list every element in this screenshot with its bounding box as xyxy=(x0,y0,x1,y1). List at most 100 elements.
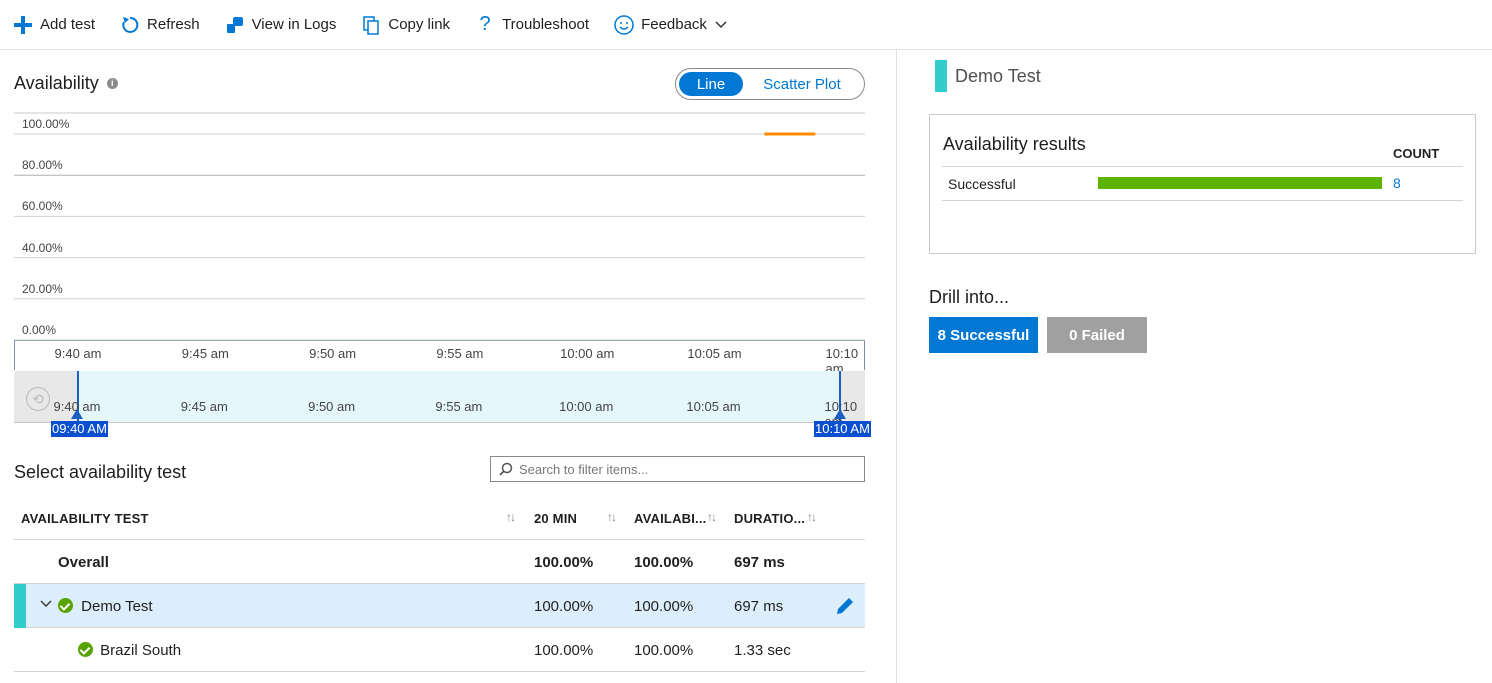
y-tick-label: 0.00% xyxy=(22,323,57,337)
divider xyxy=(942,200,1463,201)
add-test-button[interactable]: Add test xyxy=(12,10,95,40)
search-icon xyxy=(499,462,513,476)
chart-x-axis: 9:40 am 9:45 am 9:50 am 9:55 am 10:00 am 10:0… xyxy=(14,340,865,376)
troubleshoot-label: Troubleshoot xyxy=(502,16,590,33)
availability-heading: Availability i xyxy=(14,73,118,94)
smiley-icon xyxy=(613,14,635,36)
edit-pencil-icon[interactable] xyxy=(834,595,856,617)
overall-20min: 100.00% xyxy=(534,554,594,571)
chart-plot-area xyxy=(14,112,865,341)
success-check-icon xyxy=(58,598,73,613)
test-color-swatch xyxy=(935,60,947,92)
refresh-label: Refresh xyxy=(147,16,200,33)
successful-result-bar xyxy=(1098,177,1382,189)
overall-name: Overall xyxy=(58,554,109,571)
feedback-button[interactable]: Feedback xyxy=(613,10,727,40)
brush-selection[interactable] xyxy=(77,371,841,422)
brush-tick-label: 9:50 am xyxy=(308,399,356,414)
column-availability[interactable]: AVAILABI... xyxy=(634,511,707,526)
results-title: Availability results xyxy=(943,134,1086,154)
x-tick-label: 10:00 am xyxy=(560,346,615,361)
overall-availability: 100.00% xyxy=(634,554,694,571)
refresh-button[interactable]: Refresh xyxy=(119,10,200,40)
line-toggle-option[interactable]: Line xyxy=(679,72,743,96)
brush-tick-label: 10:00 am xyxy=(559,399,614,414)
demo-test-availability: 100.00% xyxy=(634,598,694,615)
y-tick-label: 80.00% xyxy=(22,158,63,173)
drill-into-title: Drill into... xyxy=(929,287,1010,307)
x-tick-label: 9:40 am xyxy=(54,346,102,361)
y-tick-label: 100.00% xyxy=(22,117,70,131)
overall-duration: 697 ms xyxy=(734,554,785,571)
x-tick-label: 9:55 am xyxy=(436,346,484,361)
brazil-south-availability: 100.00% xyxy=(634,642,694,659)
result-label: Successful xyxy=(948,176,1016,192)
demo-test-20min: 100.00% xyxy=(534,598,594,615)
copy-link-label: Copy link xyxy=(388,16,451,33)
y-tick-label: 40.00% xyxy=(22,240,63,255)
command-bar: Add test Refresh View in Logs Copy link … xyxy=(0,0,1492,50)
brazil-south-20min: 100.00% xyxy=(534,642,594,659)
column-duration[interactable]: DURATIO... xyxy=(734,511,805,526)
brush-tick-label: 9:45 am xyxy=(180,399,228,414)
refresh-icon xyxy=(119,14,141,36)
brush-tick-label: 10:05 am xyxy=(686,399,741,414)
sort-icon[interactable]: ↑↓ xyxy=(707,510,717,524)
demo-test-name-cell: Demo Test xyxy=(58,598,153,615)
brush-start-handle[interactable] xyxy=(71,409,83,419)
question-icon: ? xyxy=(479,13,491,35)
divider xyxy=(942,166,1463,167)
availability-title: Availability xyxy=(14,73,99,93)
availability-results-card: Availability results COUNT Successful 8 xyxy=(929,114,1476,254)
selected-test-name: Demo Test xyxy=(955,65,1041,86)
troubleshoot-button[interactable]: ? Troubleshoot xyxy=(474,10,590,40)
x-tick-label: 9:45 am xyxy=(181,346,229,361)
column-availability-test[interactable]: AVAILABILITY TEST xyxy=(21,511,149,526)
test-color-stripe xyxy=(14,584,26,628)
plus-icon xyxy=(12,14,34,36)
brazil-south-name-cell: Brazil South xyxy=(78,642,181,659)
x-tick-label: 10:05 am xyxy=(687,346,742,361)
info-icon[interactable]: i xyxy=(106,78,118,89)
feedback-label: Feedback xyxy=(641,16,707,33)
success-check-icon xyxy=(78,642,93,657)
table-row-brazil-south[interactable]: Brazil South 100.00% 100.00% 1.33 sec xyxy=(14,628,865,672)
sort-icon[interactable]: ↑↓ xyxy=(807,510,817,524)
brush-end-label: 10:10 AM xyxy=(814,421,871,437)
chart-type-toggle: Line Scatter Plot xyxy=(675,68,865,100)
brush-tick-label: 9:55 am xyxy=(435,399,483,414)
chevron-down-icon xyxy=(715,20,727,29)
y-tick-label: 20.00% xyxy=(22,281,63,296)
copy-icon xyxy=(360,14,382,36)
brush-start-label: 09:40 AM xyxy=(51,421,108,437)
time-range-brush[interactable]: ⟲ 9:40 am 9:45 am 9:50 am 9:55 am 10:00 am 10… xyxy=(14,371,865,429)
sort-icon[interactable]: ↑↓ xyxy=(506,510,516,524)
failed-drill-button[interactable]: 0 Failed xyxy=(1047,317,1147,353)
demo-test-name: Demo Test xyxy=(81,598,153,615)
table-row-overall[interactable]: Overall 100.00% 100.00% 697 ms xyxy=(14,540,865,584)
search-input[interactable] xyxy=(519,461,849,477)
selected-test-header: Demo Test xyxy=(935,60,1041,92)
view-in-logs-button[interactable]: View in Logs xyxy=(224,10,337,40)
logs-icon xyxy=(224,14,246,36)
copy-link-button[interactable]: Copy link xyxy=(360,10,450,40)
filter-search-box[interactable] xyxy=(490,456,865,482)
brazil-south-duration: 1.33 sec xyxy=(734,642,791,659)
table-header: AVAILABILITY TEST ↑↓ 20 MIN ↑↓ AVAILABI.… xyxy=(14,496,865,540)
brazil-south-name: Brazil South xyxy=(100,642,182,659)
brush-end-handle[interactable] xyxy=(834,409,846,419)
availability-chart: 100.00% 80.00% 60.00% 40.00% 20.00% 0.00% xyxy=(14,112,865,342)
sort-icon[interactable]: ↑↓ xyxy=(607,510,617,524)
reset-zoom-icon[interactable]: ⟲ xyxy=(26,387,50,411)
view-in-logs-label: View in Logs xyxy=(251,16,337,33)
table-row-demo-test[interactable]: Demo Test 100.00% 100.00% 697 ms xyxy=(14,584,865,628)
scatter-plot-toggle-option[interactable]: Scatter Plot xyxy=(743,72,861,96)
result-count-link[interactable]: 8 xyxy=(1393,175,1401,191)
successful-drill-button[interactable]: 8 Successful xyxy=(929,317,1038,353)
chevron-down-icon[interactable] xyxy=(40,598,52,610)
y-tick-label: 60.00% xyxy=(22,199,63,214)
column-20-min[interactable]: 20 MIN xyxy=(534,511,577,526)
demo-test-duration: 697 ms xyxy=(734,598,784,615)
pane-divider xyxy=(896,50,897,683)
x-tick-label: 9:50 am xyxy=(309,346,357,361)
